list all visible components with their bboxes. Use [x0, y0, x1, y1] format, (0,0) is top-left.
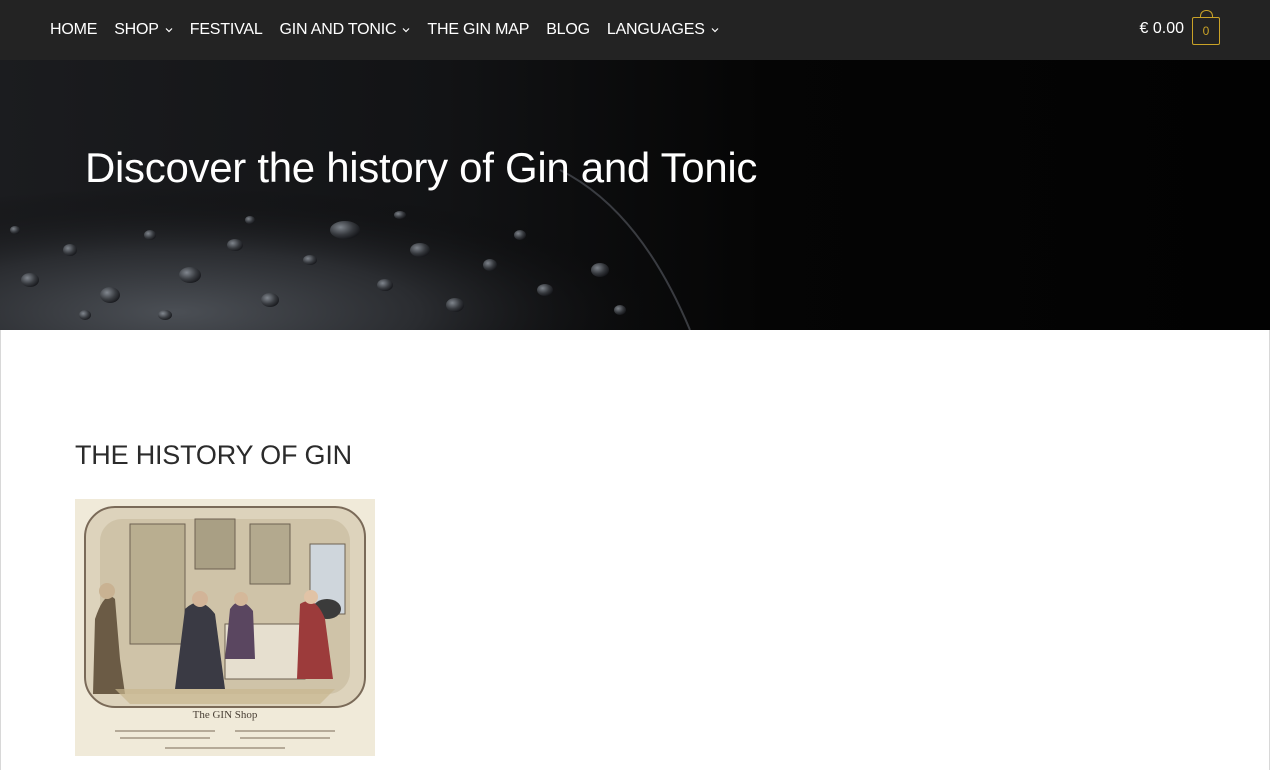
hero-background-image	[0, 152, 700, 330]
nav-item-gin-and-tonic[interactable]: GIN AND TONIC	[280, 21, 411, 39]
chevron-down-icon	[402, 26, 410, 34]
gin-shop-illustration[interactable]: The GIN Shop	[75, 499, 375, 756]
nav-item-label: LANGUAGES	[606, 21, 705, 38]
nav-item-label: SHOP	[114, 21, 159, 38]
chevron-down-icon	[165, 26, 173, 34]
cart-count-badge: 0	[1202, 23, 1210, 38]
nav-item-label: THE GIN MAP	[427, 21, 530, 38]
chevron-down-icon	[711, 26, 719, 34]
nav-item-home[interactable]: HOME	[50, 21, 97, 39]
image-caption: The GIN Shop	[192, 709, 258, 721]
nav-item-label: FESTIVAL	[189, 21, 263, 38]
nav-item-festival[interactable]: FESTIVAL	[190, 21, 263, 39]
top-navigation-bar: HOME SHOP FESTIVAL GIN AND TONIC THE GIN…	[0, 0, 1270, 60]
nav-item-the-gin-map[interactable]: THE GIN MAP	[427, 21, 529, 39]
nav-item-label: BLOG	[546, 21, 590, 38]
nav-item-label: HOME	[50, 21, 98, 38]
content-border-left	[0, 330, 1, 770]
hero-banner: Discover the history of Gin and Tonic	[0, 60, 1270, 330]
main-menu: HOME SHOP FESTIVAL GIN AND TONIC THE GIN…	[50, 0, 736, 60]
nav-item-label: GIN AND TONIC	[279, 21, 397, 38]
nav-item-shop[interactable]: SHOP	[114, 21, 173, 39]
hero-title: Discover the history of Gin and Tonic	[85, 144, 758, 191]
shopping-bag-icon[interactable]: 0	[1192, 9, 1220, 45]
mini-cart[interactable]: € 0.00 0	[1140, 9, 1220, 45]
nav-item-languages[interactable]: LANGUAGES	[607, 21, 719, 39]
cart-total[interactable]: € 0.00	[1140, 20, 1184, 38]
nav-item-blog[interactable]: BLOG	[546, 21, 590, 39]
section-heading: THE HISTORY OF GIN	[75, 440, 352, 470]
